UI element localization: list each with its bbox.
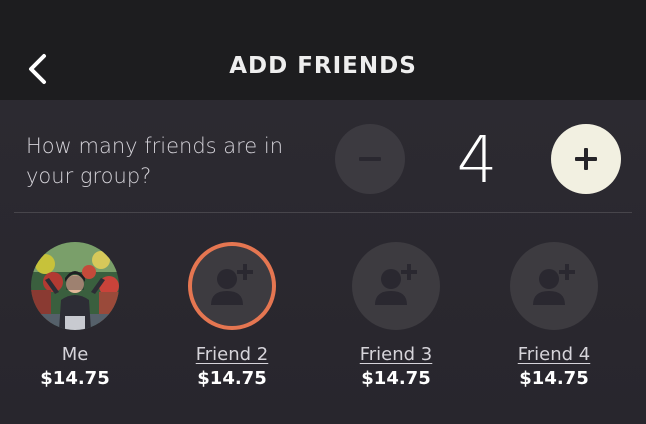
group-size-question: How many friends are in your group? bbox=[26, 134, 284, 188]
add-person-icon bbox=[211, 264, 253, 305]
friend-price: $14.75 bbox=[519, 368, 589, 389]
avatar bbox=[31, 242, 119, 330]
add-person-icon bbox=[375, 264, 417, 305]
add-person-icon bbox=[533, 264, 575, 305]
add-friend-avatar-button[interactable] bbox=[352, 242, 440, 330]
friend-card-me: Me $14.75 bbox=[5, 242, 145, 392]
add-friend-avatar-button[interactable] bbox=[188, 242, 276, 330]
friend-count: 4 bbox=[456, 124, 498, 198]
friend-name: Me bbox=[61, 344, 89, 365]
friend-price: $14.75 bbox=[197, 368, 267, 389]
friend-card-2: Friend 2 $14.75 bbox=[162, 242, 302, 392]
increase-friends-button[interactable] bbox=[551, 124, 621, 194]
page-title: ADD FRIENDS bbox=[229, 53, 417, 79]
friend-name-link[interactable]: Friend 4 bbox=[484, 344, 624, 366]
friend-card-3: Friend 3 $14.75 bbox=[326, 242, 466, 392]
add-friend-avatar-button[interactable] bbox=[510, 242, 598, 330]
friend-card-4: Friend 4 $14.75 bbox=[484, 242, 624, 392]
decrease-friends-button[interactable] bbox=[335, 124, 405, 194]
friend-price: $14.75 bbox=[361, 368, 431, 389]
friend-name-link[interactable]: Friend 2 bbox=[162, 344, 302, 366]
user-photo bbox=[31, 242, 119, 330]
header-bar: ADD FRIENDS bbox=[0, 0, 646, 100]
friend-name-link[interactable]: Friend 3 bbox=[326, 344, 466, 366]
minus-icon bbox=[359, 157, 381, 161]
plus-icon-vertical-stroke bbox=[584, 148, 588, 170]
section-divider bbox=[14, 212, 632, 213]
friend-price: $14.75 bbox=[40, 368, 110, 389]
